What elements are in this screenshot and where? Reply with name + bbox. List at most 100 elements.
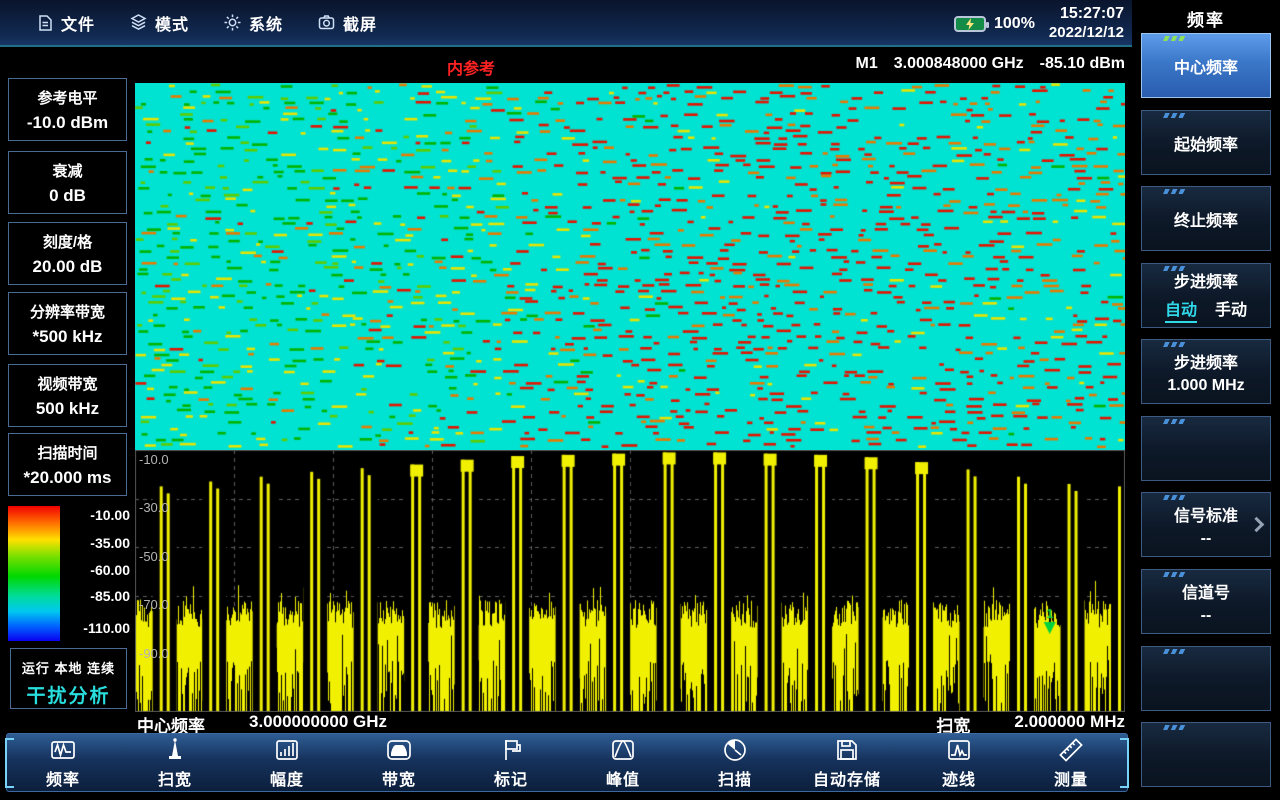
- colorbar-tick: -85.00: [62, 588, 130, 604]
- param-label: 分辨率带宽: [9, 301, 126, 322]
- menu-file-label: 文件: [61, 11, 95, 35]
- btn-start-frequency[interactable]: 起始频率: [1141, 110, 1271, 175]
- param-ref-level[interactable]: 参考电平 -10.0 dBm: [8, 78, 127, 141]
- y-axis-tick: -30.0: [139, 500, 169, 515]
- btn-value: --: [1201, 530, 1212, 548]
- btn-label: 步进频率: [1174, 268, 1238, 292]
- date-text: 2022/12/12: [1049, 24, 1124, 43]
- battery-indicator: 100%: [954, 15, 1035, 33]
- time-text: 15:27:07: [1049, 4, 1124, 24]
- param-value: *20.000 ms: [9, 468, 126, 488]
- right-menu-panel: 频率 中心频率 起始频率 终止频率 步进频率 自动 手动 步进频率 1.000 …: [1132, 0, 1280, 800]
- toolbar-label: 幅度: [270, 766, 304, 790]
- frequency-icon: [49, 736, 77, 764]
- toolbar-marker[interactable]: 标记: [455, 734, 567, 791]
- param-label: 参考电平: [9, 87, 126, 108]
- btn-label: 步进频率: [1174, 349, 1238, 373]
- screenshot-icon: [317, 13, 336, 32]
- colorbar-tick: -10.00: [62, 507, 130, 523]
- marker-icon: [497, 736, 525, 764]
- toolbar-sweep[interactable]: 扫描: [679, 734, 791, 791]
- toolbar-label: 测量: [1054, 766, 1088, 790]
- colorbar-tick: -35.00: [62, 535, 130, 551]
- menu-system[interactable]: 系统: [223, 11, 283, 35]
- clock: 15:27:07 2022/12/12: [1049, 4, 1124, 43]
- y-axis-tick: -90.0: [139, 646, 169, 661]
- y-axis-tick: -10.0: [139, 452, 169, 467]
- param-vbw[interactable]: 视频带宽 500 kHz: [8, 364, 127, 427]
- colorbar-tick: -110.00: [62, 620, 130, 636]
- param-sweep-time[interactable]: 扫描时间 *20.000 ms: [8, 433, 127, 496]
- toolbar-label: 带宽: [382, 766, 416, 790]
- battery-icon: [954, 16, 986, 32]
- toolbar-label: 迹线: [942, 766, 976, 790]
- btn-signal-standard[interactable]: 信号标准 --: [1141, 492, 1271, 557]
- btn-label: 信道号: [1182, 579, 1230, 603]
- toolbar-frequency[interactable]: 频率: [7, 734, 119, 791]
- toolbar-label: 扫宽: [158, 766, 192, 790]
- battery-percent: 100%: [994, 15, 1035, 33]
- marker-id: M1: [856, 55, 878, 73]
- toolbar-label: 自动存储: [813, 766, 881, 790]
- menu-mode[interactable]: 模式: [129, 11, 189, 35]
- toolbar-right-bracket: [1120, 738, 1129, 788]
- btn-empty-3[interactable]: [1141, 722, 1271, 787]
- toolbar-label: 标记: [494, 766, 528, 790]
- param-scale-per-div[interactable]: 刻度/格 20.00 dB: [8, 222, 127, 285]
- system-icon: [223, 13, 242, 32]
- btn-empty-1[interactable]: [1141, 416, 1271, 481]
- toolbar-peak[interactable]: 峰值: [567, 734, 679, 791]
- param-label: 扫描时间: [9, 442, 126, 463]
- function-toolbar: 频率 扫宽 幅度 带宽 标记 峰值 扫描 自动存储: [6, 733, 1128, 792]
- step-mode-options: 自动 手动: [1165, 296, 1247, 323]
- toolbar-span[interactable]: 扫宽: [119, 734, 231, 791]
- toolbar-label: 峰值: [606, 766, 640, 790]
- toolbar-amplitude[interactable]: 幅度: [231, 734, 343, 791]
- waterfall-spectrogram: [135, 83, 1125, 450]
- spectrum-plot: [135, 450, 1125, 712]
- run-status-box: 运行 本地 连续 干扰分析: [10, 648, 127, 709]
- btn-label: 中心频率: [1174, 54, 1238, 78]
- btn-step-frequency-mode[interactable]: 步进频率 自动 手动: [1141, 263, 1271, 328]
- marker-frequency: 3.000848000 GHz: [894, 55, 1024, 73]
- btn-stop-frequency[interactable]: 终止频率: [1141, 186, 1271, 251]
- menu-screenshot-label: 截屏: [343, 11, 377, 35]
- menu-file[interactable]: 文件: [36, 11, 95, 35]
- option-auto[interactable]: 自动: [1165, 296, 1197, 323]
- chevron-right-icon: [1249, 517, 1265, 533]
- toolbar-trace[interactable]: 迹线: [903, 734, 1015, 791]
- y-axis-tick: -70.0: [139, 597, 169, 612]
- btn-label: 终止频率: [1174, 207, 1238, 231]
- top-menu-bar: 文件 模式 系统 截屏 100% 15:27:07 2022/12/12: [0, 0, 1132, 47]
- mode-icon: [129, 13, 148, 32]
- marker-readout: M1 3.000848000 GHz -85.10 dBm: [700, 55, 1125, 73]
- btn-empty-2[interactable]: [1141, 646, 1271, 711]
- amplitude-colorbar: [8, 506, 60, 641]
- amplitude-icon: [273, 736, 301, 764]
- btn-center-frequency[interactable]: 中心频率: [1141, 33, 1271, 98]
- toolbar-label: 频率: [46, 766, 80, 790]
- toolbar-measure[interactable]: 测量: [1015, 734, 1127, 791]
- param-label: 视频带宽: [9, 373, 126, 394]
- option-manual[interactable]: 手动: [1215, 296, 1247, 323]
- param-value: 0 dB: [9, 186, 126, 206]
- btn-channel-number[interactable]: 信道号 --: [1141, 569, 1271, 634]
- measure-icon: [1057, 736, 1085, 764]
- btn-value: --: [1201, 607, 1212, 625]
- peak-icon: [609, 736, 637, 764]
- btn-value: 1.000 MHz: [1167, 377, 1244, 395]
- menu-screenshot[interactable]: 截屏: [317, 11, 377, 35]
- param-value: -10.0 dBm: [9, 113, 126, 133]
- span-icon: [161, 736, 189, 764]
- y-axis-tick: -50.0: [139, 549, 169, 564]
- param-rbw[interactable]: 分辨率带宽 *500 kHz: [8, 292, 127, 355]
- file-icon: [36, 14, 54, 32]
- btn-step-frequency-value[interactable]: 步进频率 1.000 MHz: [1141, 339, 1271, 404]
- internal-reference-label: 内参考: [447, 55, 495, 79]
- param-value: 20.00 dB: [9, 257, 126, 277]
- param-value: *500 kHz: [9, 327, 126, 347]
- btn-label: 起始频率: [1174, 131, 1238, 155]
- toolbar-autosave[interactable]: 自动存储: [791, 734, 903, 791]
- toolbar-bandwidth[interactable]: 带宽: [343, 734, 455, 791]
- param-attenuation[interactable]: 衰减 0 dB: [8, 151, 127, 214]
